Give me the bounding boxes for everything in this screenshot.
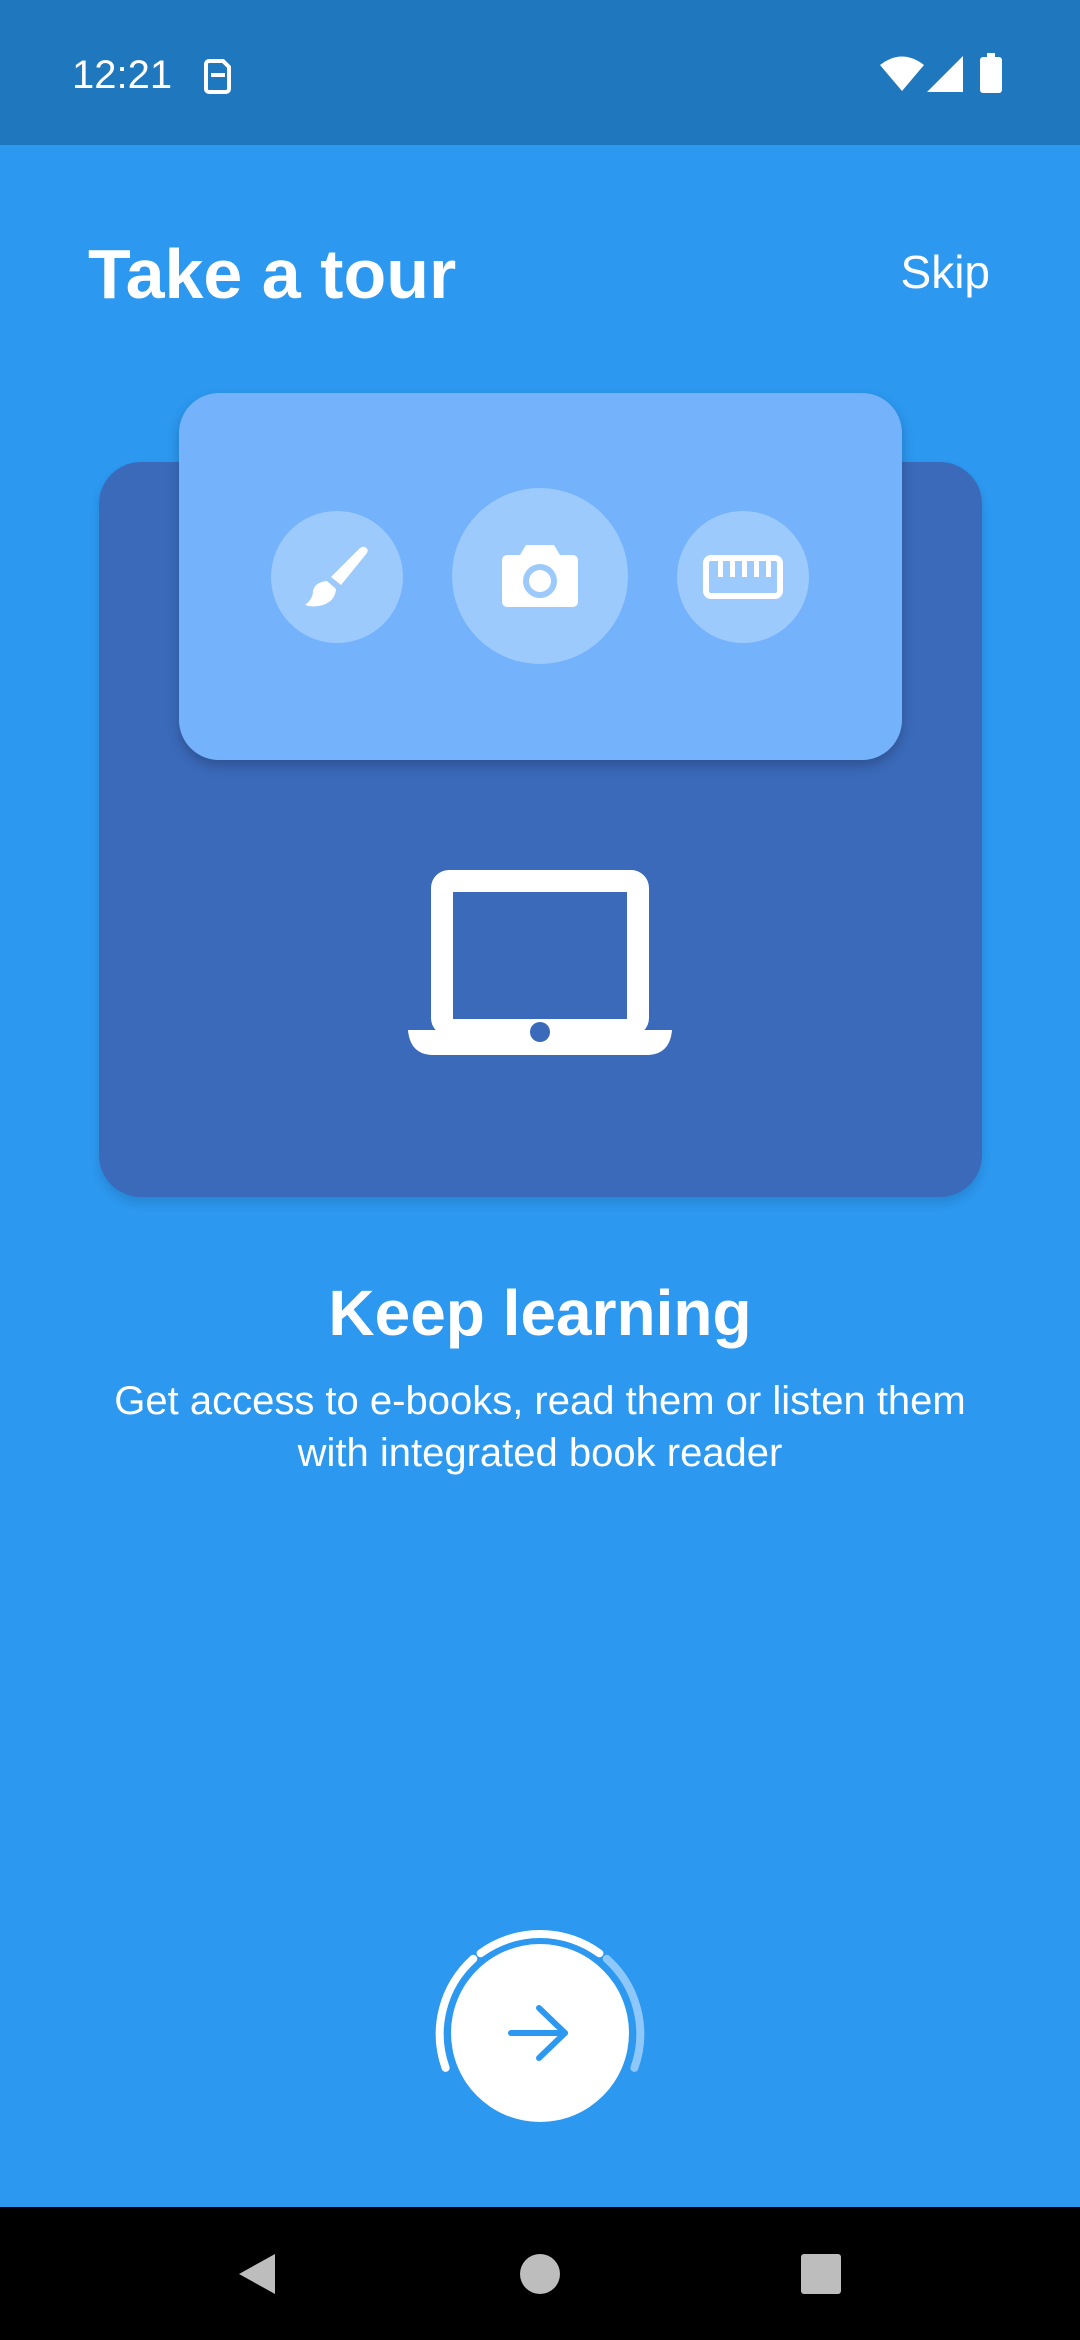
navigation-bar — [0, 2207, 1080, 2340]
next-button[interactable] — [451, 1944, 629, 2122]
slide-description: Get access to e-books, read them or list… — [114, 1379, 966, 1475]
home-icon — [520, 2253, 560, 2294]
wifi-icon — [880, 56, 924, 91]
home-button[interactable] — [480, 2207, 600, 2340]
back-icon — [239, 2253, 275, 2294]
slide-heading: Keep learning — [328, 1277, 752, 1349]
recents-icon — [801, 2253, 841, 2294]
status-time: 12:21 — [72, 53, 173, 97]
brush-tool — [271, 511, 403, 643]
signal-icon — [927, 56, 963, 92]
ruler-icon — [703, 555, 783, 599]
recents-button[interactable] — [761, 2207, 881, 2340]
ruler-tool — [677, 511, 809, 643]
skip-button[interactable]: Skip — [901, 244, 990, 300]
illustration-card-front — [179, 393, 902, 760]
camera-icon — [502, 545, 578, 607]
status-bar: 12:21 — [0, 0, 1080, 145]
page-title: Take a tour — [88, 235, 457, 313]
tour-screen: 12:21 Take a tour Skip Keep learning Get… — [0, 0, 1080, 2340]
sim-icon — [204, 59, 231, 94]
battery-icon — [980, 53, 1002, 93]
arrow-right-icon — [508, 2005, 568, 2061]
back-button[interactable] — [197, 2207, 317, 2340]
laptop-icon — [408, 870, 672, 1055]
brush-icon — [305, 546, 368, 607]
camera-tool — [452, 488, 628, 664]
